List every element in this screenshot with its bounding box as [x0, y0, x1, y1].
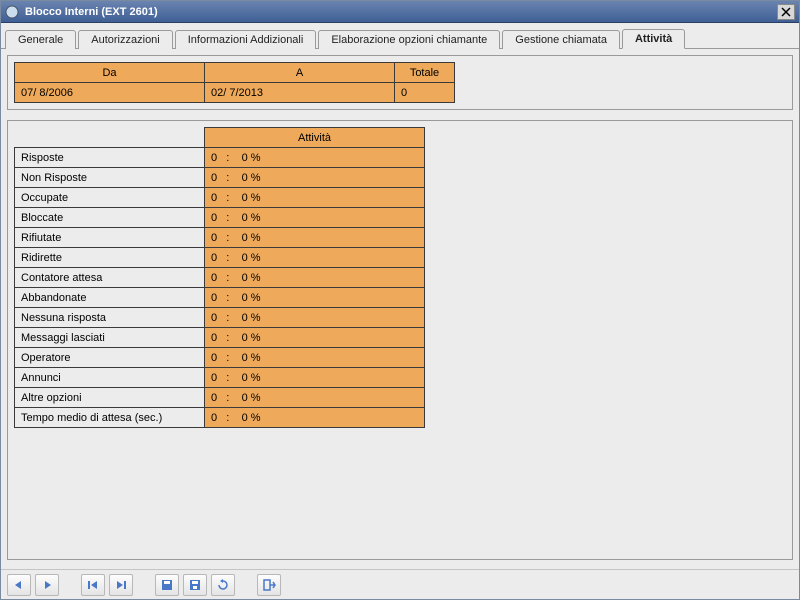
- table-row: Nessuna risposta0 : 0 %: [15, 308, 425, 328]
- close-icon: [781, 7, 791, 17]
- activity-row-label: Annunci: [15, 368, 205, 388]
- tab-generale[interactable]: Generale: [5, 30, 76, 49]
- activity-row-value: 0 : 0 %: [205, 148, 425, 168]
- activity-row-value: 0 : 0 %: [205, 308, 425, 328]
- content-area: Da A Totale 07/ 8/2006 02/ 7/2013 0 Atti…: [1, 49, 799, 569]
- table-row: Contatore attesa0 : 0 %: [15, 268, 425, 288]
- table-row: Non Risposte0 : 0 %: [15, 168, 425, 188]
- activity-row-value: 0 : 0 %: [205, 368, 425, 388]
- table-row: Rifiutate0 : 0 %: [15, 228, 425, 248]
- activity-row-value: 0 : 0 %: [205, 288, 425, 308]
- save-button[interactable]: [155, 574, 179, 596]
- tab-label: Autorizzazioni: [91, 34, 159, 46]
- table-row: Messaggi lasciati0 : 0 %: [15, 328, 425, 348]
- arrow-left-icon: [12, 579, 26, 591]
- next-button[interactable]: [35, 574, 59, 596]
- prev-button[interactable]: [7, 574, 31, 596]
- table-row: Occupate0 : 0 %: [15, 188, 425, 208]
- header-to: A: [205, 63, 395, 83]
- activity-row-value: 0 : 0 %: [205, 188, 425, 208]
- tab-gestione-chiamata[interactable]: Gestione chiamata: [502, 30, 620, 49]
- activity-row-label: Non Risposte: [15, 168, 205, 188]
- activity-row-value: 0 : 0 %: [205, 328, 425, 348]
- activity-row-label: Altre opzioni: [15, 388, 205, 408]
- last-record-button[interactable]: [109, 574, 133, 596]
- header-from: Da: [15, 63, 205, 83]
- save-as-button[interactable]: [183, 574, 207, 596]
- activity-row-label: Rifiutate: [15, 228, 205, 248]
- date-range-panel: Da A Totale 07/ 8/2006 02/ 7/2013 0: [7, 55, 793, 110]
- activity-row-label: Bloccate: [15, 208, 205, 228]
- table-row: Annunci0 : 0 %: [15, 368, 425, 388]
- tab-elaborazione-opzioni[interactable]: Elaborazione opzioni chiamante: [318, 30, 500, 49]
- activity-header: Attività: [205, 128, 425, 148]
- activity-row-label: Operatore: [15, 348, 205, 368]
- table-row: Bloccate0 : 0 %: [15, 208, 425, 228]
- tab-label: Gestione chiamata: [515, 34, 607, 46]
- activity-panel: Attività Risposte0 : 0 %Non Risposte0 : …: [7, 120, 793, 560]
- tab-label: Informazioni Addizionali: [188, 34, 304, 46]
- header-total: Totale: [395, 63, 455, 83]
- activity-table: Attività Risposte0 : 0 %Non Risposte0 : …: [14, 127, 425, 428]
- exit-icon: [262, 579, 276, 591]
- close-button[interactable]: [777, 4, 795, 20]
- refresh-icon: [216, 579, 230, 591]
- date-range-table: Da A Totale 07/ 8/2006 02/ 7/2013 0: [14, 62, 455, 103]
- tab-bar: Generale Autorizzazioni Informazioni Add…: [1, 23, 799, 49]
- table-row: Risposte0 : 0 %: [15, 148, 425, 168]
- app-window: Blocco Interni (EXT 2601) Generale Autor…: [0, 0, 800, 600]
- activity-row-label: Messaggi lasciati: [15, 328, 205, 348]
- save-as-icon: [188, 579, 202, 591]
- tab-attivita[interactable]: Attività: [622, 29, 685, 49]
- window-title: Blocco Interni (EXT 2601): [25, 6, 777, 18]
- first-record-button[interactable]: [81, 574, 105, 596]
- activity-row-label: Tempo medio di attesa (sec.): [15, 408, 205, 428]
- activity-empty-header: [15, 128, 205, 148]
- tab-info-addizionali[interactable]: Informazioni Addizionali: [175, 30, 317, 49]
- table-row: Operatore0 : 0 %: [15, 348, 425, 368]
- activity-row-value: 0 : 0 %: [205, 248, 425, 268]
- exit-button[interactable]: [257, 574, 281, 596]
- activity-row-label: Abbandonate: [15, 288, 205, 308]
- bottom-toolbar: [1, 569, 799, 599]
- last-icon: [114, 579, 128, 591]
- activity-row-label: Risposte: [15, 148, 205, 168]
- activity-row-label: Ridirette: [15, 248, 205, 268]
- tab-label: Attività: [635, 33, 672, 45]
- activity-row-value: 0 : 0 %: [205, 388, 425, 408]
- table-row: Tempo medio di attesa (sec.)0 : 0 %: [15, 408, 425, 428]
- tab-label: Generale: [18, 34, 63, 46]
- table-row: Altre opzioni0 : 0 %: [15, 388, 425, 408]
- activity-row-value: 0 : 0 %: [205, 408, 425, 428]
- arrow-right-icon: [40, 579, 54, 591]
- activity-row-value: 0 : 0 %: [205, 168, 425, 188]
- table-row: Ridirette0 : 0 %: [15, 248, 425, 268]
- activity-row-label: Contatore attesa: [15, 268, 205, 288]
- value-total: 0: [395, 83, 455, 103]
- table-row: Abbandonate0 : 0 %: [15, 288, 425, 308]
- activity-row-value: 0 : 0 %: [205, 208, 425, 228]
- save-icon: [160, 579, 174, 591]
- activity-row-value: 0 : 0 %: [205, 348, 425, 368]
- value-to[interactable]: 02/ 7/2013: [205, 83, 395, 103]
- tab-label: Elaborazione opzioni chiamante: [331, 34, 487, 46]
- first-icon: [86, 579, 100, 591]
- activity-row-label: Occupate: [15, 188, 205, 208]
- tab-autorizzazioni[interactable]: Autorizzazioni: [78, 30, 172, 49]
- titlebar: Blocco Interni (EXT 2601): [1, 1, 799, 23]
- activity-row-value: 0 : 0 %: [205, 268, 425, 288]
- value-from[interactable]: 07/ 8/2006: [15, 83, 205, 103]
- refresh-button[interactable]: [211, 574, 235, 596]
- activity-row-value: 0 : 0 %: [205, 228, 425, 248]
- activity-row-label: Nessuna risposta: [15, 308, 205, 328]
- app-icon: [5, 5, 19, 19]
